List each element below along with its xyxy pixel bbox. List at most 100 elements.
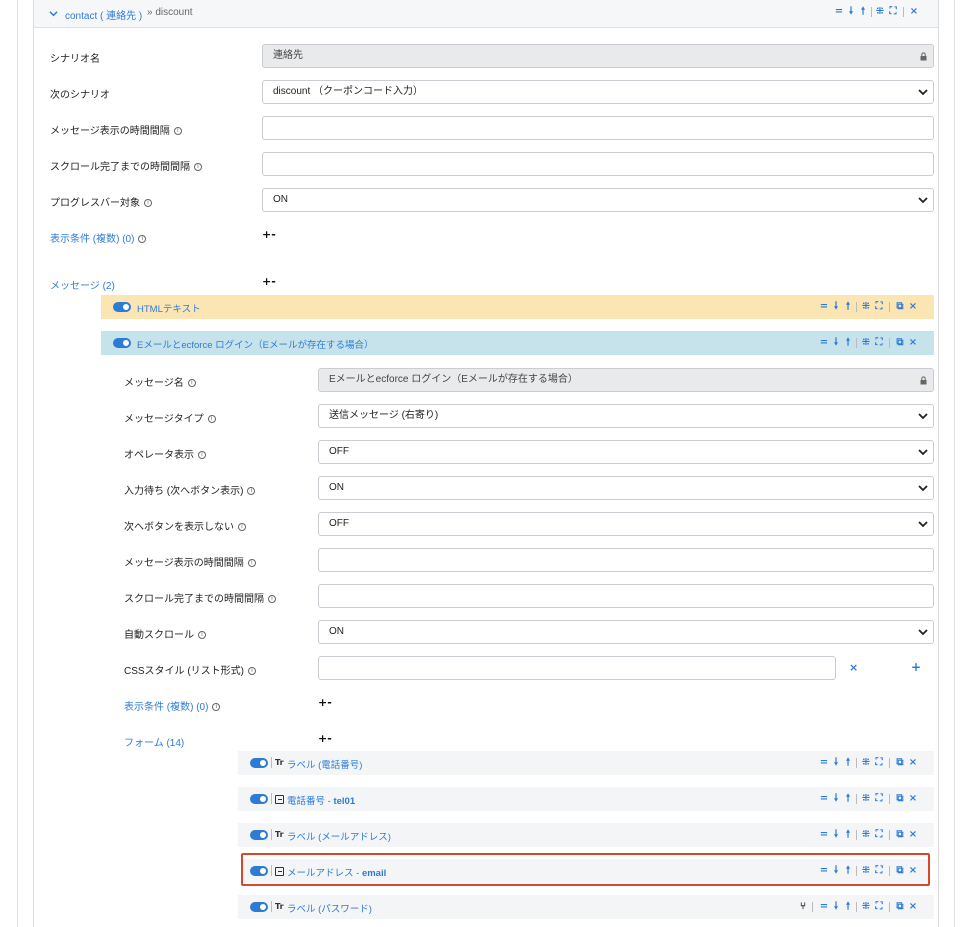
message-msg-interval-input[interactable] [318, 548, 934, 572]
scenario-conditions-link[interactable]: 表示条件 (複数) (0) i [50, 230, 147, 245]
form-row-tel01[interactable]: 電話番号 - tel01 = 🠗 🠕 ⁜ ⛶ ⧉ × [238, 787, 934, 811]
messages-plusminus[interactable]: +- [262, 275, 276, 288]
collapse-icon[interactable]: = [819, 828, 829, 842]
close-icon[interactable]: × [908, 828, 918, 842]
move-up-icon[interactable]: 🠕 [843, 336, 853, 350]
form-row-label[interactable]: ラベル (電話番号) [287, 757, 362, 771]
css-style-input[interactable] [318, 656, 836, 680]
message-type-select[interactable]: 送信メッセージ (右寄り) [318, 404, 934, 428]
scenario-title-link[interactable]: contact ( 連絡先 ) [65, 7, 142, 22]
expand-icon[interactable]: ⛶ [888, 5, 898, 19]
copy-icon[interactable]: ⧉ [895, 756, 905, 770]
form-row-password-label[interactable]: Tr ラベル (パスワード) ⑂ = 🠗 🠕 ⁜ ⛶ ⧉ × [238, 895, 934, 919]
message-bar-html[interactable]: HTMLテキスト = 🠗 🠕 ⁜ ⛶ ⧉ × [101, 295, 934, 319]
copy-icon[interactable]: ⧉ [895, 336, 905, 350]
autoscroll-select[interactable]: ON [318, 620, 934, 644]
move-down-icon[interactable]: 🠗 [831, 300, 841, 314]
message-bar-label[interactable]: HTMLテキスト [137, 301, 201, 315]
collapse-icon[interactable]: = [819, 900, 829, 914]
expand-icon[interactable]: ⛶ [874, 828, 884, 842]
close-icon[interactable]: × [908, 336, 918, 350]
hide-next-select[interactable]: OFF [318, 512, 934, 536]
messages-link[interactable]: メッセージ (2) [50, 277, 115, 292]
close-icon[interactable]: × [908, 756, 918, 770]
close-icon[interactable]: × [908, 300, 918, 314]
shrink-icon[interactable]: ⁜ [861, 828, 871, 842]
move-up-icon[interactable]: 🠕 [858, 5, 868, 19]
message-conditions-plusminus[interactable]: +- [318, 696, 332, 709]
message-conditions-link[interactable]: 表示条件 (複数) (0) i [124, 698, 221, 713]
form-row-label[interactable]: ラベル (パスワード) [287, 901, 372, 915]
scenario-header[interactable]: contact ( 連絡先 ) » discount = 🠗 🠕 ⁜ ⛶ × [34, 0, 938, 28]
scenario-scroll-interval-input[interactable] [262, 152, 934, 176]
shrink-icon[interactable]: ⁜ [861, 300, 871, 314]
move-up-icon[interactable]: 🠕 [843, 792, 853, 806]
message-bar-label[interactable]: Eメールとecforce ログイン（Eメールが存在する場合） [137, 337, 373, 351]
move-down-icon[interactable]: 🠗 [831, 792, 841, 806]
move-down-icon[interactable]: 🠗 [831, 756, 841, 770]
move-up-icon[interactable]: 🠕 [843, 300, 853, 314]
copy-icon[interactable]: ⧉ [895, 300, 905, 314]
copy-icon[interactable]: ⧉ [895, 900, 905, 914]
css-clear-icon[interactable]: × [849, 661, 858, 674]
lock-icon [920, 52, 927, 61]
close-icon[interactable]: × [908, 900, 918, 914]
move-down-icon[interactable]: 🠗 [831, 828, 841, 842]
chevron-down-icon[interactable] [49, 9, 58, 18]
form-row-tel-label[interactable]: Tr ラベル (電話番号) = 🠗 🠕 ⁜ ⛶ ⧉ × [238, 751, 934, 775]
operator-display-value: OFF [329, 446, 349, 457]
outer-border-right [954, 0, 955, 927]
expand-icon[interactable]: ⛶ [874, 300, 884, 314]
form-row-email-label[interactable]: Tr ラベル (メールアドレス) = 🠗 🠕 ⁜ ⛶ ⧉ × [238, 823, 934, 847]
collapse-icon[interactable]: = [819, 792, 829, 806]
css-add-icon[interactable]: + [911, 660, 921, 674]
shrink-icon[interactable]: ⁜ [861, 900, 871, 914]
chevron-down-icon [918, 197, 928, 204]
wait-input-select[interactable]: ON [318, 476, 934, 500]
expand-icon[interactable]: ⛶ [874, 756, 884, 770]
forms-link[interactable]: フォーム (14) [124, 734, 184, 749]
message-scroll-interval-label: スクロール完了までの時間間隔 i [124, 590, 276, 605]
move-down-icon[interactable]: 🠗 [831, 336, 841, 350]
text-type-icon: Tr [275, 902, 284, 911]
enable-toggle[interactable] [250, 794, 268, 804]
move-up-icon[interactable]: 🠕 [843, 828, 853, 842]
move-up-icon[interactable]: 🠕 [843, 756, 853, 770]
expand-icon[interactable]: ⛶ [874, 336, 884, 350]
enable-toggle[interactable] [113, 338, 131, 348]
message-bar-email-login[interactable]: Eメールとecforce ログイン（Eメールが存在する場合） = 🠗 🠕 ⁜ ⛶… [101, 331, 934, 355]
shrink-icon[interactable]: ⁜ [861, 336, 871, 350]
enable-toggle[interactable] [250, 830, 268, 840]
collapse-icon[interactable]: = [819, 336, 829, 350]
collapse-icon[interactable]: = [819, 300, 829, 314]
progress-target-select[interactable]: ON [262, 188, 934, 212]
move-up-icon[interactable]: 🠕 [843, 900, 853, 914]
close-icon[interactable]: × [909, 5, 919, 19]
expand-icon[interactable]: ⛶ [874, 900, 884, 914]
scenario-msg-interval-input[interactable] [262, 116, 934, 140]
enable-toggle[interactable] [250, 902, 268, 912]
shrink-icon[interactable]: ⁜ [861, 792, 871, 806]
shrink-icon[interactable]: ⁜ [861, 756, 871, 770]
scenario-conditions-plusminus[interactable]: +- [262, 228, 276, 241]
message-scroll-interval-input[interactable] [318, 584, 934, 608]
shrink-icon[interactable]: ⁜ [875, 5, 885, 19]
operator-display-select[interactable]: OFF [318, 440, 934, 464]
collapse-icon[interactable]: = [819, 756, 829, 770]
expand-icon[interactable]: ⛶ [874, 792, 884, 806]
enable-toggle[interactable] [250, 758, 268, 768]
copy-icon[interactable]: ⧉ [895, 828, 905, 842]
info-icon: i [198, 451, 206, 460]
form-row-label[interactable]: 電話番号 - tel01 [287, 793, 355, 807]
close-icon[interactable]: × [908, 792, 918, 806]
message-msg-interval-label: メッセージ表示の時間間隔 i [124, 554, 256, 569]
copy-icon[interactable]: ⧉ [895, 792, 905, 806]
collapse-icon[interactable]: = [834, 5, 844, 19]
next-scenario-select[interactable]: discount （クーポンコード入力） [262, 80, 934, 104]
enable-toggle[interactable] [113, 302, 131, 312]
move-down-icon[interactable]: 🠗 [831, 900, 841, 914]
forms-plusminus[interactable]: +- [318, 732, 332, 745]
move-down-icon[interactable]: 🠗 [846, 5, 856, 19]
branch-icon[interactable]: ⑂ [798, 900, 808, 914]
form-row-label[interactable]: ラベル (メールアドレス) [287, 829, 391, 843]
